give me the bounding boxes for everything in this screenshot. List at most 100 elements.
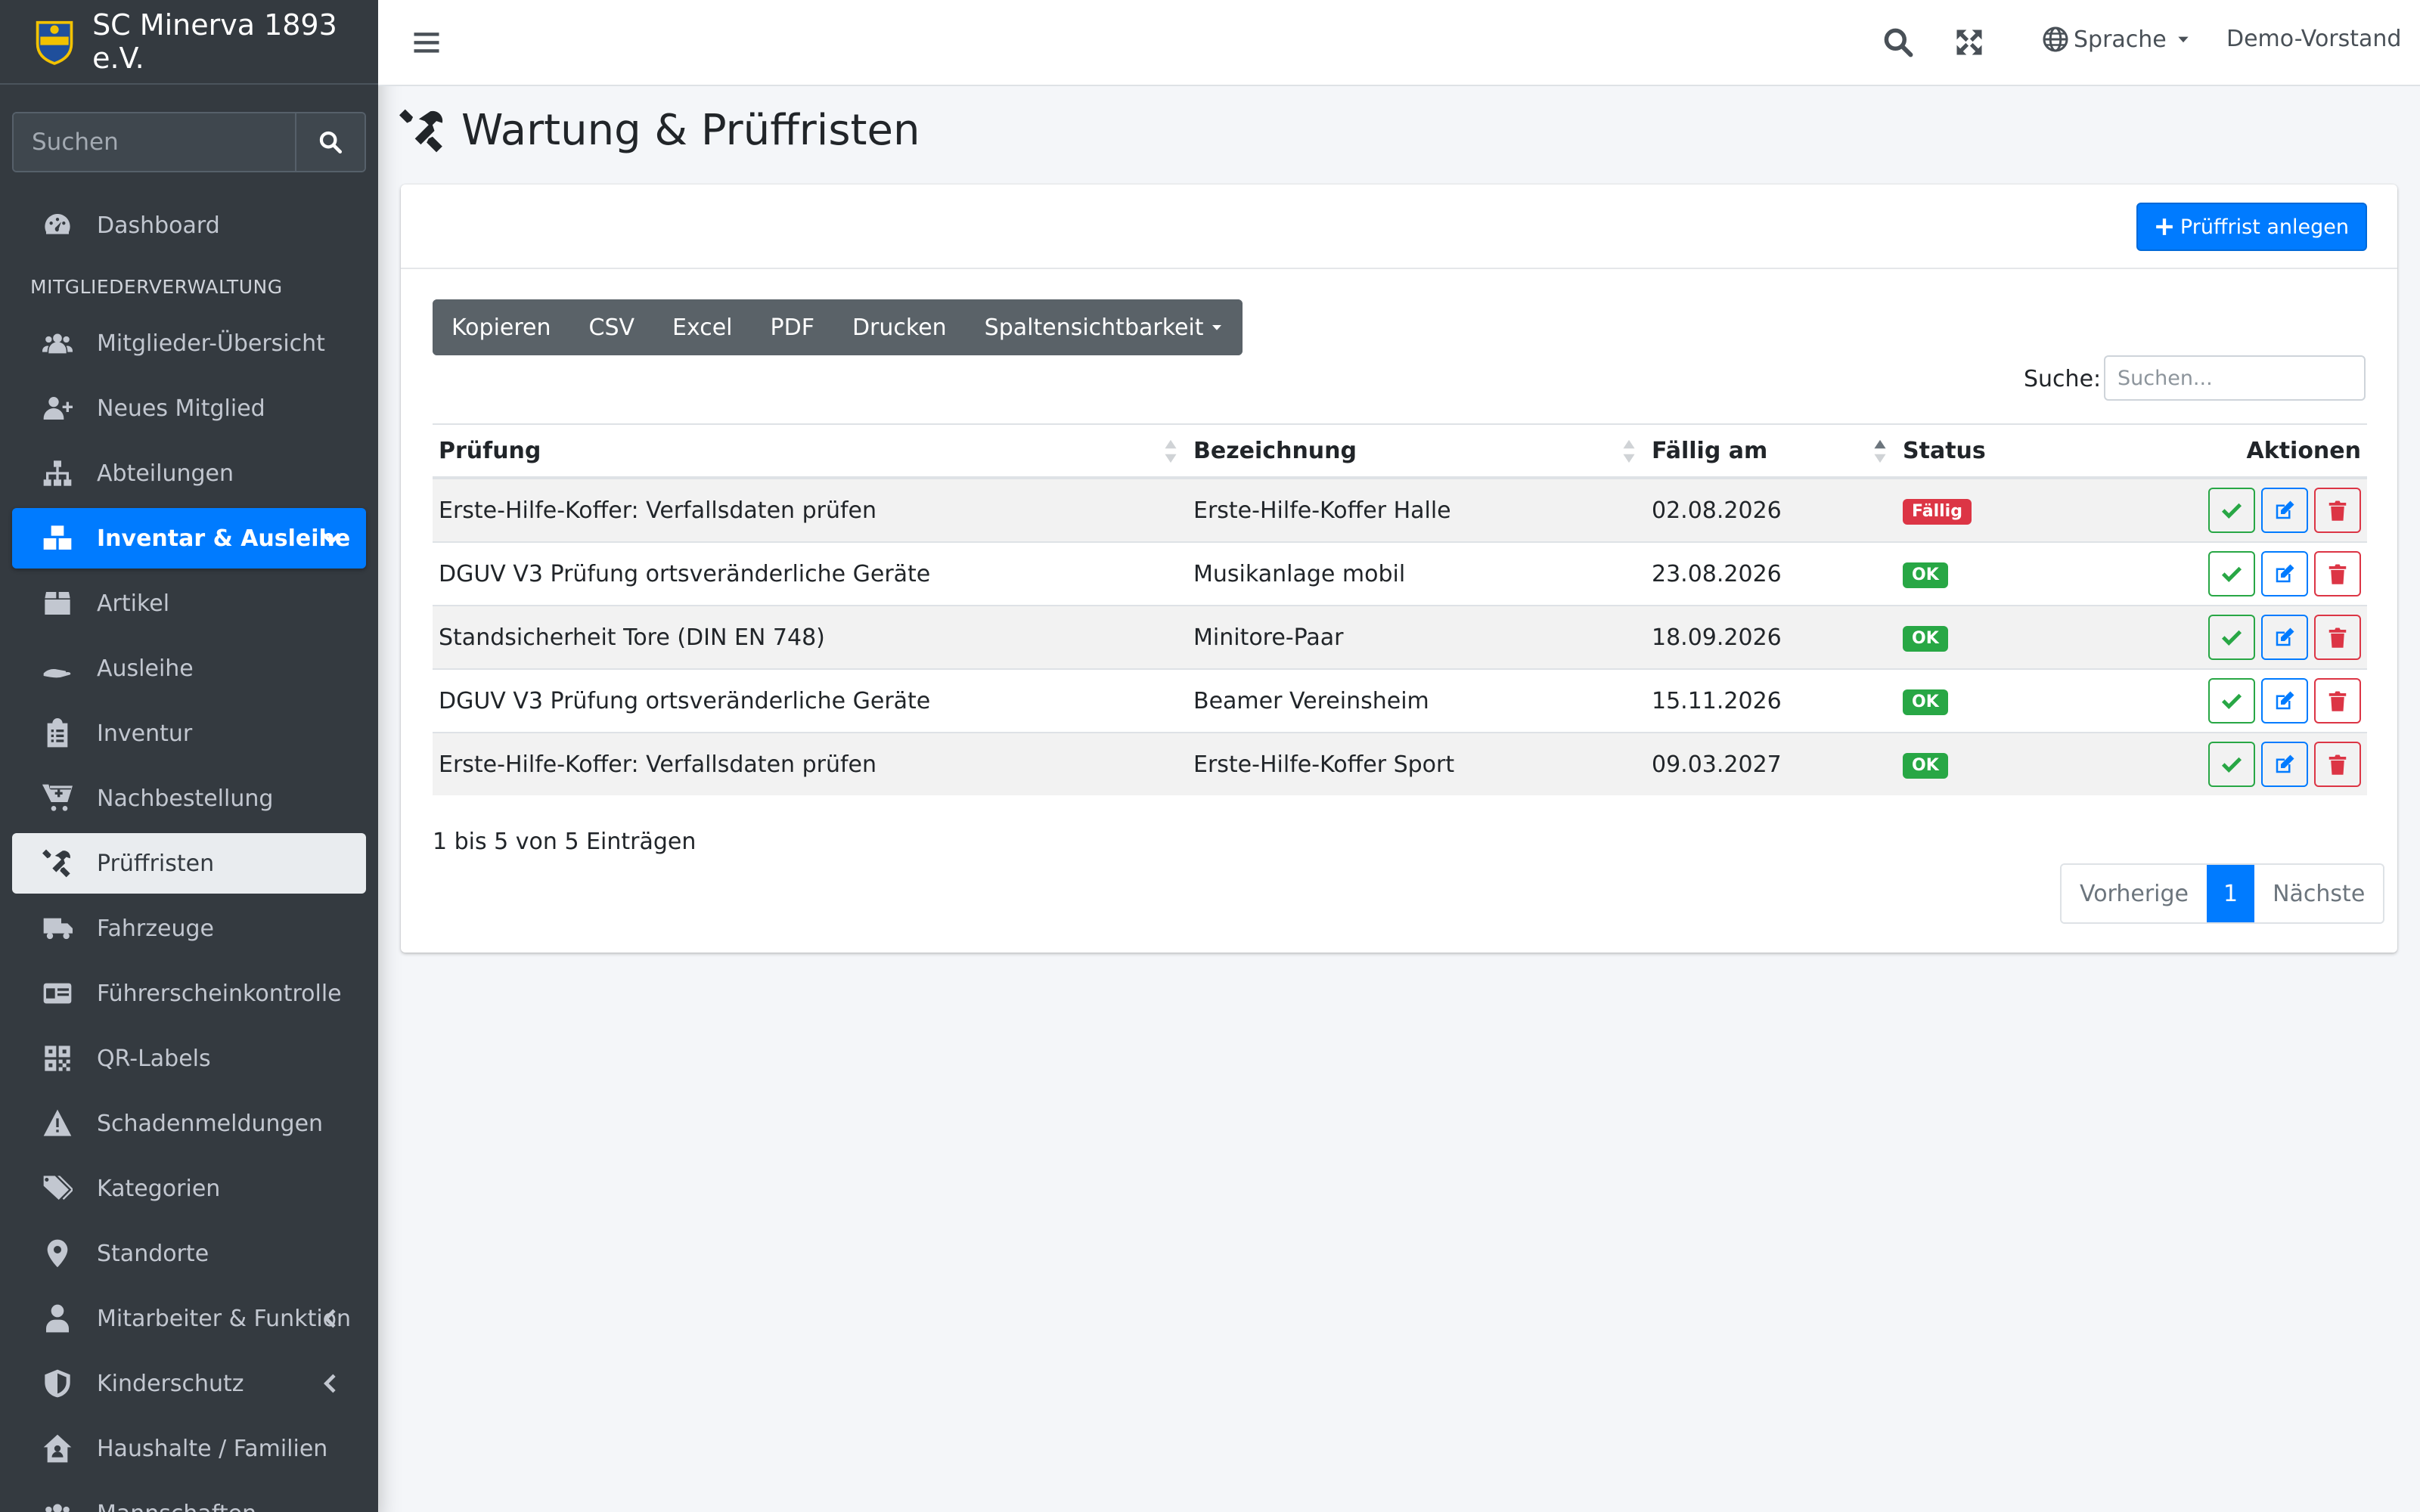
sort-icon <box>1165 439 1177 463</box>
delete-button[interactable] <box>2314 551 2361 596</box>
table-row: DGUV V3 Prüfung ortsveränderliche Geräte… <box>433 668 2367 733</box>
mark-done-button[interactable] <box>2208 742 2255 787</box>
pagination-next[interactable]: Nächste <box>2254 865 2384 922</box>
sidebar-item-inventur[interactable]: Inventur <box>12 703 366 764</box>
caret-down-icon <box>2178 36 2189 43</box>
sitemap-icon <box>41 457 74 490</box>
fullscreen-icon[interactable] <box>1953 26 1986 59</box>
chevron-left-icon <box>324 1309 336 1328</box>
sidebar-item-nachbestellung[interactable]: Nachbestellung <box>12 768 366 829</box>
sidebar-item-abteilungen[interactable]: Abteilungen <box>12 443 366 503</box>
clipboard-list-icon <box>41 717 74 750</box>
sidebar-item-kategorien[interactable]: Kategorien <box>12 1158 366 1219</box>
csv-button[interactable]: CSV <box>569 299 654 355</box>
sidebar-item-dashboard[interactable]: Dashboard <box>12 195 366 256</box>
sidebar-item-artikel[interactable]: Artikel <box>12 573 366 634</box>
sidebar-item-label: Mitglieder-Übersicht <box>97 330 325 357</box>
column-header-status[interactable]: Status <box>1897 423 2136 479</box>
pdf-button[interactable]: PDF <box>751 299 833 355</box>
add-prueffrist-button[interactable]: Prüffrist anlegen <box>2136 203 2367 251</box>
cell-pruefung: DGUV V3 Prüfung ortsveränderliche Geräte <box>433 541 1187 606</box>
table-row: Standsicherheit Tore (DIN EN 748) Minito… <box>433 605 2367 669</box>
edit-icon <box>2276 500 2294 519</box>
delete-button[interactable] <box>2314 615 2361 660</box>
edit-icon <box>2276 627 2294 646</box>
sidebar-item-qr-labels[interactable]: QR-Labels <box>12 1028 366 1089</box>
pagination-previous[interactable]: Vorherige <box>2062 865 2207 922</box>
column-header-bezeichnung[interactable]: Bezeichnung <box>1187 423 1646 479</box>
cart-plus-icon <box>41 782 74 815</box>
edit-button[interactable] <box>2261 742 2308 787</box>
search-icon[interactable] <box>1882 26 1915 59</box>
status-badge: OK <box>1903 562 1948 588</box>
mark-done-button[interactable] <box>2208 615 2255 660</box>
sidebar-item-label: Nachbestellung <box>97 785 274 812</box>
sidebar-item-mannschaften[interactable]: Mannschaften <box>12 1483 366 1512</box>
truck-icon <box>41 912 74 945</box>
sidebar-item-inventar-ausleihe[interactable]: Inventar & Ausleihe <box>12 508 366 569</box>
sidebar-item-kinderschutz[interactable]: Kinderschutz <box>12 1353 366 1414</box>
tools-icon <box>41 847 74 880</box>
shield-icon <box>41 1367 74 1400</box>
mark-done-button[interactable] <box>2208 551 2255 596</box>
sidebar-item-haushalte-familien[interactable]: Haushalte / Familien <box>12 1418 366 1479</box>
sidebar-item-schadenmeldungen[interactable]: Schadenmeldungen <box>12 1093 366 1154</box>
table-info: 1 bis 5 von 5 Einträgen <box>433 829 697 855</box>
column-header-pruefung[interactable]: Prüfung <box>433 423 1187 479</box>
sidebar-item-label: Inventur <box>97 720 193 747</box>
cell-status: OK <box>1897 541 2136 606</box>
column-visibility-button[interactable]: Spaltensichtbarkeit <box>965 299 1243 355</box>
sidebar-item-label: Standorte <box>97 1240 209 1267</box>
sidebar: SC Minerva 1893 e.V. Suchen Dashboard MI… <box>0 0 378 1512</box>
delete-button[interactable] <box>2314 742 2361 787</box>
language-dropdown[interactable]: Sprache <box>2042 26 2191 53</box>
delete-button[interactable] <box>2314 678 2361 723</box>
edit-button[interactable] <box>2261 678 2308 723</box>
sidebar-item-prueffristen[interactable]: Prüffristen <box>12 833 366 894</box>
check-icon <box>2221 630 2242 646</box>
user-menu[interactable]: Demo-Vorstand <box>2226 26 2401 52</box>
sidebar-item-fahrzeuge[interactable]: Fahrzeuge <box>12 898 366 959</box>
chevron-left-icon <box>324 1374 336 1393</box>
column-header-label: Aktionen <box>2246 437 2361 464</box>
sidebar-item-ausleihe[interactable]: Ausleihe <box>12 638 366 699</box>
status-badge: OK <box>1903 689 1948 715</box>
sidebar-search: Suchen <box>12 112 366 172</box>
sidebar-search-input[interactable]: Suchen <box>14 113 295 171</box>
sidebar-item-label: Abteilungen <box>97 460 234 487</box>
trash-icon <box>2328 691 2347 711</box>
sidebar-search-button[interactable] <box>295 113 365 171</box>
sidebar-item-label: Schadenmeldungen <box>97 1110 324 1137</box>
column-visibility-label: Spaltensichtbarkeit <box>984 314 1204 341</box>
edit-icon <box>2276 754 2294 773</box>
sidebar-item-mitarbeiter-funktion[interactable]: Mitarbeiter & Funktion <box>12 1288 366 1349</box>
print-button[interactable]: Drucken <box>833 299 966 355</box>
edit-button[interactable] <box>2261 551 2308 596</box>
excel-button[interactable]: Excel <box>653 299 752 355</box>
column-header-faellig-am[interactable]: Fällig am <box>1646 423 1897 479</box>
mark-done-button[interactable] <box>2208 488 2255 533</box>
sidebar-item-neues-mitglied[interactable]: Neues Mitglied <box>12 378 366 438</box>
edit-button[interactable] <box>2261 488 2308 533</box>
sidebar-item-fuehrerscheinkontrolle[interactable]: Führerscheinkontrolle <box>12 963 366 1024</box>
trash-icon <box>2328 754 2347 775</box>
sidebar-item-mitglieder-uebersicht[interactable]: Mitglieder-Übersicht <box>12 313 366 373</box>
copy-button[interactable]: Kopieren <box>433 299 570 355</box>
table-search-input[interactable]: Suchen... <box>2104 355 2366 401</box>
check-icon <box>2221 566 2242 583</box>
check-icon <box>2221 693 2242 710</box>
cell-status: OK <box>1897 605 2136 669</box>
cell-bezeichnung: Beamer Vereinsheim <box>1187 668 1646 733</box>
pagination-page[interactable]: 1 <box>2207 865 2255 922</box>
table-header-row: Prüfung Bezeichnung Fällig am Status Akt… <box>433 423 2367 479</box>
cell-bezeichnung: Erste-Hilfe-Koffer Halle <box>1187 477 1646 542</box>
user-tie-icon <box>41 1302 74 1335</box>
export-button-group: Kopieren CSV Excel PDF Drucken Spaltensi… <box>433 299 1243 355</box>
hamburger-menu-icon[interactable] <box>410 26 443 59</box>
delete-button[interactable] <box>2314 488 2361 533</box>
edit-button[interactable] <box>2261 615 2308 660</box>
sidebar-section-header: MITGLIEDERVERWALTUNG <box>30 275 283 298</box>
brand[interactable]: SC Minerva 1893 e.V. <box>0 0 378 85</box>
mark-done-button[interactable] <box>2208 678 2255 723</box>
sidebar-item-standorte[interactable]: Standorte <box>12 1223 366 1284</box>
